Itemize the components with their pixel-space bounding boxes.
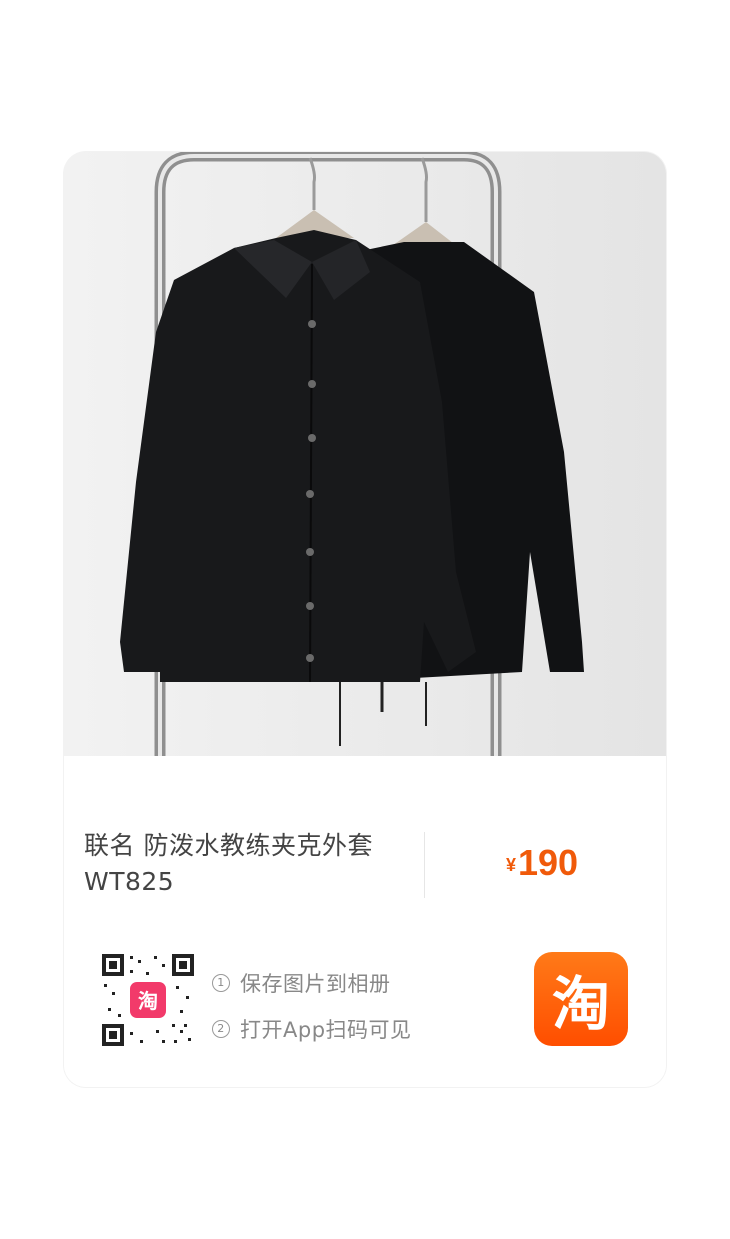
instruction-text: 打开App扫码可见 <box>240 1018 412 1042</box>
product-price: ¥190 <box>506 842 578 884</box>
divider <box>424 832 425 898</box>
qr-code-icon: 淘 <box>100 952 196 1048</box>
price-value: 190 <box>518 842 579 883</box>
product-title: 联名 防泼水教练夹克外套 WT825 <box>84 828 414 900</box>
step-number-icon: 2 <box>212 1020 230 1038</box>
product-sku: WT825 <box>84 867 175 896</box>
step-number-icon: 1 <box>212 974 230 992</box>
instructions: 1 保存图片到相册 2 打开App扫码可见 <box>212 960 412 1052</box>
taobao-app-icon[interactable]: 淘 <box>534 952 628 1046</box>
product-title-line1: 联名 防泼水教练夹克外套 <box>84 831 373 860</box>
currency-symbol: ¥ <box>506 855 517 875</box>
instruction-text: 保存图片到相册 <box>240 972 391 996</box>
product-info: 联名 防泼水教练夹克外套 WT825 ¥190 淘 1 保存图片到相册 2 打开… <box>64 756 666 1087</box>
instruction-step-2: 2 打开App扫码可见 <box>212 1006 412 1052</box>
product-photo[interactable] <box>64 152 666 756</box>
qr-center-logo: 淘 <box>138 989 158 1013</box>
qr-code[interactable]: 淘 <box>100 952 196 1048</box>
jacket-illustration <box>64 152 666 756</box>
product-share-card: 联名 防泼水教练夹克外套 WT825 ¥190 淘 1 保存图片到相册 2 打开… <box>64 152 666 1087</box>
instruction-step-1: 1 保存图片到相册 <box>212 960 412 1006</box>
